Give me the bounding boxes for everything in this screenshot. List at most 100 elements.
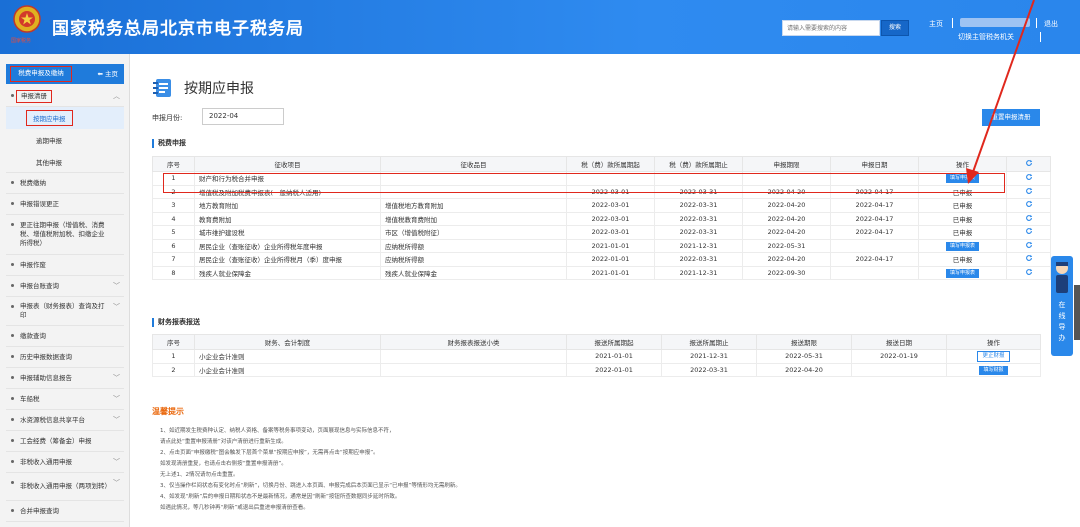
sidebar-item[interactable]: 缴款查询 xyxy=(6,326,124,347)
cell-no: 2 xyxy=(152,362,195,377)
sidebar-item[interactable]: 非税收入通用申报（两项划转） ﹀ xyxy=(6,473,124,501)
assistant-avatar-icon xyxy=(1056,262,1068,293)
switch-org-link[interactable]: 切换主管税务机关 xyxy=(958,32,1014,42)
online-guide-widget[interactable]: 在线导办 xyxy=(1051,256,1073,356)
sidebar-item-label: 工会经费（筹备金）申报 xyxy=(20,436,92,445)
cell-end: 2022-03-31 xyxy=(654,211,743,226)
column-header: 报送日期 xyxy=(851,334,947,350)
sidebar-item[interactable]: 申报辅助信息报告 ﹀ xyxy=(6,368,124,389)
financial-report-table: 序号 财务、会计制度 财务报表报送小类 报送所属期起 报送所属期止 报送期限 报送日期 操作 … xyxy=(152,334,1041,377)
sidebar-item[interactable]: 合并申报查询 xyxy=(6,501,124,522)
refresh-icon[interactable] xyxy=(1025,241,1033,249)
sidebar-item[interactable]: 车船税 ﹀ xyxy=(6,389,124,410)
refresh-icon[interactable] xyxy=(1025,159,1033,167)
user-name-redacted xyxy=(960,18,1030,27)
search-input[interactable] xyxy=(782,20,880,36)
home-link[interactable]: 主页 xyxy=(929,19,943,29)
emblem-caption: 国家税务 xyxy=(11,38,32,44)
chevron-up-icon: ︿ xyxy=(113,92,120,100)
refresh-icon[interactable] xyxy=(1025,227,1033,235)
cell-no: 4 xyxy=(152,211,195,226)
cell-date xyxy=(830,265,919,280)
column-header: 序号 xyxy=(152,156,195,172)
refresh-icon[interactable] xyxy=(1025,173,1033,181)
cell-op: 填写财报 xyxy=(946,362,1041,377)
bullet-icon xyxy=(11,202,14,205)
period-input[interactable]: 2022-04 xyxy=(202,108,284,125)
cell-refresh xyxy=(1006,171,1051,186)
sidebar-item[interactable]: 申报错误更正 xyxy=(6,194,124,215)
correct-report-button[interactable]: 更正财报 xyxy=(977,350,1010,362)
refresh-icon[interactable] xyxy=(1025,268,1033,276)
sidebar-item[interactable]: 更正往期申报（增值税、消费税、增值税附加税、扣缴企业所得税） xyxy=(6,215,124,255)
sidebar-item[interactable]: 申报表（财务报表）查询及打印 ﹀ xyxy=(6,297,124,326)
sidebar-item[interactable]: 水资源税信息共享平台 ﹀ xyxy=(6,410,124,431)
cell-deadline: 2022-04-20 xyxy=(742,211,831,226)
search-button[interactable]: 搜索 xyxy=(881,20,909,36)
cell-item: 残疾人就业保障金 xyxy=(194,265,381,280)
cell-no: 1 xyxy=(152,349,195,364)
cell-refresh xyxy=(1006,198,1051,213)
sidebar-home-link[interactable]: ⬅ 主页 xyxy=(97,68,118,78)
cell-op: 已申报 xyxy=(918,198,1007,213)
fill-form-button[interactable]: 填写申报表 xyxy=(945,241,979,251)
column-header: 序号 xyxy=(152,334,195,350)
chevron-down-icon: ﹀ xyxy=(113,395,120,403)
cell-deadline: 2022-04-20 xyxy=(756,362,852,377)
sidebar-item-label: 申报台账查询 xyxy=(20,281,59,290)
refresh-icon[interactable] xyxy=(1025,254,1033,262)
cell-start: 2022-03-01 xyxy=(566,225,655,240)
cell-end: 2021-12-31 xyxy=(654,238,743,253)
sidebar-sub-item[interactable]: 逾期申报 xyxy=(6,129,124,151)
sidebar-item-declaration-list[interactable]: 申报清册 ︿ xyxy=(6,86,124,107)
sidebar-menu: 申报清册 ︿ 按期应申报 逾期申报 其他申报 税费缴纳 申报错误更正 更正往期申… xyxy=(6,86,124,522)
sidebar-item-label: 申报错误更正 xyxy=(20,199,59,208)
sidebar-item[interactable]: 税费缴纳 xyxy=(6,173,124,194)
bullet-icon xyxy=(11,94,14,97)
sidebar-item[interactable]: 申报台账查询 ﹀ xyxy=(6,276,124,297)
status-declared: 已申报 xyxy=(952,215,973,224)
sidebar-item[interactable]: 历史申报数据查询 xyxy=(6,347,124,368)
tip-line: 4、如发现“刷新”后的申报日期和状态不是最新情况，通常是因“刷新”按钮所查数据同… xyxy=(160,494,401,500)
cell-end: 2021-12-31 xyxy=(661,349,757,364)
table-row: 4 教育费附加 增值税教育费附加 2022-03-01 2022-03-31 2022-0… xyxy=(152,211,1051,226)
bullet-icon xyxy=(11,418,14,421)
cell-item: 教育费附加 xyxy=(194,211,381,226)
sidebar-sub-item[interactable]: 其他申报 xyxy=(6,151,124,173)
refresh-icon[interactable] xyxy=(1025,187,1033,195)
cell-sub: 残疾人就业保障金 xyxy=(380,265,567,280)
sidebar-title[interactable]: 税费申报及缴纳 xyxy=(10,66,72,82)
logout-link[interactable]: 退出 xyxy=(1044,19,1058,29)
bullet-icon xyxy=(11,481,14,484)
cell-end: 2022-03-31 xyxy=(654,252,743,267)
cell-start: 2022-01-01 xyxy=(566,362,662,377)
table-row: 2 小企业会计准则 2022-01-01 2022-03-31 2022-04-20 填写… xyxy=(152,362,1041,377)
cell-sub: 增值税地方教育附加 xyxy=(380,198,567,213)
sidebar-sub-item-active[interactable]: 按期应申报 xyxy=(6,107,124,129)
cell-deadline: 2022-05-31 xyxy=(742,238,831,253)
table-header-row: 序号 征收项目 征收品目 税（费）款所属期起 税（费）款所属期止 申报期限 申报日期 操作 xyxy=(152,156,1051,172)
cell-refresh xyxy=(1006,252,1051,267)
column-header: 报送所属期起 xyxy=(566,334,662,350)
cell-refresh xyxy=(1006,238,1051,253)
cell-start: 2021-01-01 xyxy=(566,349,662,364)
fill-report-button[interactable]: 填写财报 xyxy=(979,365,1008,375)
refresh-icon[interactable] xyxy=(1025,200,1033,208)
bullet-icon xyxy=(11,334,14,337)
fill-form-button[interactable]: 填写申报表 xyxy=(945,268,979,278)
tip-line: 如遇此情况，等几秒钟再“刷新”或退出后重进申报清册查看。 xyxy=(160,505,309,511)
side-scroll-handle[interactable] xyxy=(1074,285,1080,340)
cell-deadline: 2022-04-20 xyxy=(742,252,831,267)
refresh-icon[interactable] xyxy=(1025,214,1033,222)
sidebar-item[interactable]: 工会经费（筹备金）申报 xyxy=(6,431,124,452)
reset-list-button[interactable]: 重置申报清册 xyxy=(982,109,1040,126)
sidebar-item-label: 历史申报数据查询 xyxy=(20,352,72,361)
sidebar-item-label: 税费缴纳 xyxy=(20,178,46,187)
back-arrow-icon: ⬅ xyxy=(97,70,105,78)
sidebar-item[interactable]: 申报作废 xyxy=(6,255,124,276)
cell-op: 填写申报表 xyxy=(918,265,1007,280)
tip-line: 2、点击页面“申报缴税”图会触发下层首个菜单“按期应申报”，无需再点击“按期应申… xyxy=(160,450,379,456)
bullet-icon xyxy=(11,460,14,463)
sidebar-item[interactable]: 非税收入通用申报 ﹀ xyxy=(6,452,124,473)
sidebar-header: 税费申报及缴纳 ⬅ 主页 xyxy=(6,64,124,84)
